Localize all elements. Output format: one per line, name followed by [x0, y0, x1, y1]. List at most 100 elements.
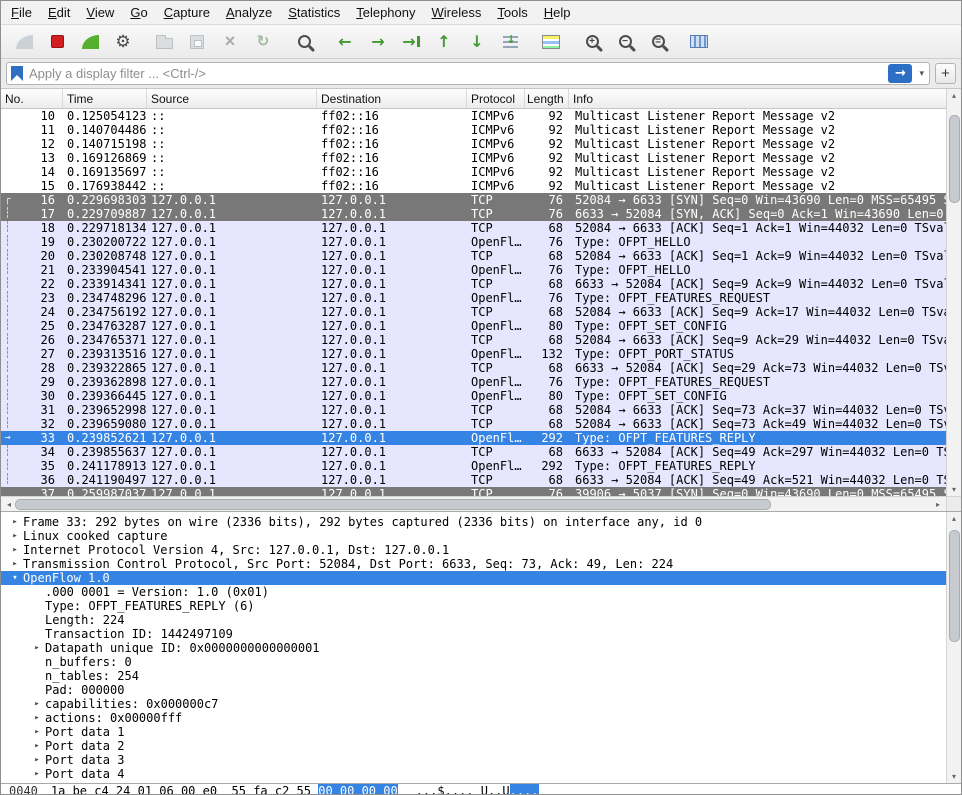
reload-capture-file-button[interactable]: ↻ [248, 28, 278, 55]
packet-row-26[interactable]: ┆ 26 0.234765371 127.0.0.1 127.0.0.1 TCP 68 520… [1, 333, 946, 347]
menu-view[interactable]: View [78, 2, 122, 23]
scroll-up-icon[interactable] [947, 89, 961, 102]
filter-dropdown-caret-icon[interactable] [918, 68, 925, 79]
packet-row-16[interactable]: ┌ 16 0.229698303 127.0.0.1 127.0.0.1 TCP 76 520… [1, 193, 946, 207]
packet-bytes-pane[interactable]: 0040 1a be c4 24 01 06 00 e0 55 fa c2 55 … [1, 783, 961, 794]
expander-collapsed-icon[interactable]: ▸ [7, 557, 23, 571]
menu-edit[interactable]: Edit [40, 2, 78, 23]
column-header-no[interactable]: No. [1, 89, 63, 108]
expander-collapsed-icon[interactable]: ▸ [29, 739, 45, 753]
detail-row[interactable]: ▸ Linux cooked capture [1, 529, 946, 543]
packet-row-10[interactable]: 10 0.125054123:: ff02::16 ICMPv6 92 Multicast… [1, 109, 946, 123]
detail-row[interactable]: Transaction ID: 1442497109 [1, 627, 946, 641]
packet-row-11[interactable]: 11 0.140704486:: ff02::16 ICMPv6 92 Multicast… [1, 123, 946, 137]
detail-row[interactable]: ▾ OpenFlow 1.0 [1, 571, 946, 585]
detail-row[interactable]: Pad: 000000 [1, 683, 946, 697]
scroll-up-icon[interactable] [947, 512, 961, 525]
scroll-down-icon[interactable] [947, 770, 961, 783]
packet-row-32[interactable]: ┆ 32 0.239659080 127.0.0.1 127.0.0.1 TCP 68 520… [1, 417, 946, 431]
menu-analyze[interactable]: Analyze [218, 2, 280, 23]
packet-row-27[interactable]: ┆ 27 0.239313516 127.0.0.1 127.0.0.1 OpenFl… 1… [1, 347, 946, 361]
menu-tools[interactable]: Tools [489, 2, 535, 23]
menu-statistics[interactable]: Statistics [280, 2, 348, 23]
stop-capture-button[interactable] [42, 28, 72, 55]
colorize-packets-button[interactable] [536, 28, 566, 55]
zoom-out-button[interactable] [610, 28, 640, 55]
find-packet-button[interactable] [289, 28, 319, 55]
zoom-in-button[interactable] [577, 28, 607, 55]
packet-row-36[interactable]: ┆ 36 0.241190497 127.0.0.1 127.0.0.1 TCP 68 663… [1, 473, 946, 487]
open-capture-file-button[interactable] [149, 28, 179, 55]
detail-row[interactable]: ▸ Transmission Control Protocol, Src Port… [1, 557, 946, 571]
packet-row-18[interactable]: ┆ 18 0.229718134 127.0.0.1 127.0.0.1 TCP 68 520… [1, 221, 946, 235]
scroll-down-icon[interactable] [947, 483, 961, 496]
detail-row[interactable]: ▸ Port data 2 [1, 739, 946, 753]
packet-row-33[interactable]: → 33 0.239852621 127.0.0.1 127.0.0.1 OpenFl… 2… [1, 431, 946, 445]
packet-row-12[interactable]: 12 0.140715198:: ff02::16 ICMPv6 92 Multicast… [1, 137, 946, 151]
packet-list-hscroll-thumb[interactable] [15, 499, 771, 510]
detail-row[interactable]: n_tables: 254 [1, 669, 946, 683]
scroll-left-icon[interactable] [2, 498, 16, 511]
detail-row[interactable]: ▸ capabilities: 0x000000c7 [1, 697, 946, 711]
detail-row[interactable]: ▸ Port data 4 [1, 767, 946, 781]
expander-collapsed-icon[interactable]: ▸ [29, 711, 45, 725]
filter-bookmark-icon[interactable] [11, 66, 23, 81]
expander-collapsed-icon[interactable]: ▸ [29, 753, 45, 767]
go-forward-button[interactable]: → [363, 28, 393, 55]
detail-row[interactable]: ▸ actions: 0x00000fff [1, 711, 946, 725]
display-filter-input[interactable]: Apply a display filter ... <Ctrl-/> [6, 62, 930, 85]
close-capture-file-button[interactable]: × [215, 28, 245, 55]
packet-row-19[interactable]: ┆ 19 0.230200722 127.0.0.1 127.0.0.1 OpenFl… 7… [1, 235, 946, 249]
packet-row-23[interactable]: ┆ 23 0.234748296 127.0.0.1 127.0.0.1 OpenFl… 7… [1, 291, 946, 305]
packet-list-scroll-thumb[interactable] [949, 115, 960, 203]
go-back-button[interactable]: ← [330, 28, 360, 55]
detail-row[interactable]: Type: OFPT_FEATURES_REPLY (6) [1, 599, 946, 613]
packet-row-28[interactable]: ┆ 28 0.239322865 127.0.0.1 127.0.0.1 TCP 68 663… [1, 361, 946, 375]
menu-telephony[interactable]: Telephony [348, 2, 423, 23]
column-header-length[interactable]: Length [525, 89, 569, 108]
detail-row[interactable]: .000 0001 = Version: 1.0 (0x01) [1, 585, 946, 599]
packet-row-29[interactable]: ┆ 29 0.239362898 127.0.0.1 127.0.0.1 OpenFl… 7… [1, 375, 946, 389]
packet-row-22[interactable]: ┆ 22 0.233914341 127.0.0.1 127.0.0.1 TCP 68 663… [1, 277, 946, 291]
expander-expanded-icon[interactable]: ▾ [7, 571, 23, 585]
packet-row-13[interactable]: 13 0.169126869:: ff02::16 ICMPv6 92 Multicast… [1, 151, 946, 165]
save-capture-file-button[interactable] [182, 28, 212, 55]
expander-collapsed-icon[interactable]: ▸ [7, 515, 23, 529]
expander-collapsed-icon[interactable]: ▸ [7, 543, 23, 557]
auto-scroll-button[interactable] [495, 28, 525, 55]
packet-row-25[interactable]: ┆ 25 0.234763287 127.0.0.1 127.0.0.1 OpenFl… 8… [1, 319, 946, 333]
go-last-packet-button[interactable]: ↓ [462, 28, 492, 55]
menu-help[interactable]: Help [536, 2, 579, 23]
scroll-right-icon[interactable] [931, 498, 945, 511]
column-header-info[interactable]: Info [569, 89, 946, 108]
menu-file[interactable]: File [3, 2, 40, 23]
menu-capture[interactable]: Capture [156, 2, 218, 23]
go-to-packet-button[interactable]: → [396, 28, 426, 55]
expander-collapsed-icon[interactable]: ▸ [7, 529, 23, 543]
column-header-destination[interactable]: Destination [317, 89, 467, 108]
expander-collapsed-icon[interactable]: ▸ [29, 767, 45, 781]
detail-row[interactable]: ▸ Port data 1 [1, 725, 946, 739]
apply-filter-button[interactable] [888, 64, 913, 83]
details-scroll-thumb[interactable] [949, 530, 960, 642]
detail-row[interactable]: ▸ Datapath unique ID: 0x0000000000000001 [1, 641, 946, 655]
detail-row[interactable]: ▸ Internet Protocol Version 4, Src: 127.0… [1, 543, 946, 557]
detail-row[interactable]: ▸ Port data 3 [1, 753, 946, 767]
menu-go[interactable]: Go [122, 2, 155, 23]
packet-list-vscrollbar[interactable] [946, 89, 961, 496]
packet-row-30[interactable]: ┆ 30 0.239366445 127.0.0.1 127.0.0.1 OpenFl… 8… [1, 389, 946, 403]
packet-row-14[interactable]: 14 0.169135697:: ff02::16 ICMPv6 92 Multicast… [1, 165, 946, 179]
packet-row-24[interactable]: ┆ 24 0.234756192 127.0.0.1 127.0.0.1 TCP 68 520… [1, 305, 946, 319]
packet-list-hscrollbar[interactable] [1, 496, 946, 511]
packet-row-31[interactable]: ┆ 31 0.239652998 127.0.0.1 127.0.0.1 TCP 68 520… [1, 403, 946, 417]
packet-row-37[interactable]: 37 0.259987037 127.0.0.1 127.0.0.1 TCP 76 3990… [1, 487, 946, 496]
expander-collapsed-icon[interactable]: ▸ [29, 697, 45, 711]
column-header-time[interactable]: Time [63, 89, 147, 108]
packet-row-34[interactable]: ┆ 34 0.239855637 127.0.0.1 127.0.0.1 TCP 68 663… [1, 445, 946, 459]
go-first-packet-button[interactable]: ↑ [429, 28, 459, 55]
add-filter-button[interactable]: + [935, 63, 956, 84]
column-header-protocol[interactable]: Protocol [467, 89, 525, 108]
column-header-source[interactable]: Source [147, 89, 317, 108]
expander-collapsed-icon[interactable]: ▸ [29, 641, 45, 655]
zoom-normal-button[interactable] [643, 28, 673, 55]
